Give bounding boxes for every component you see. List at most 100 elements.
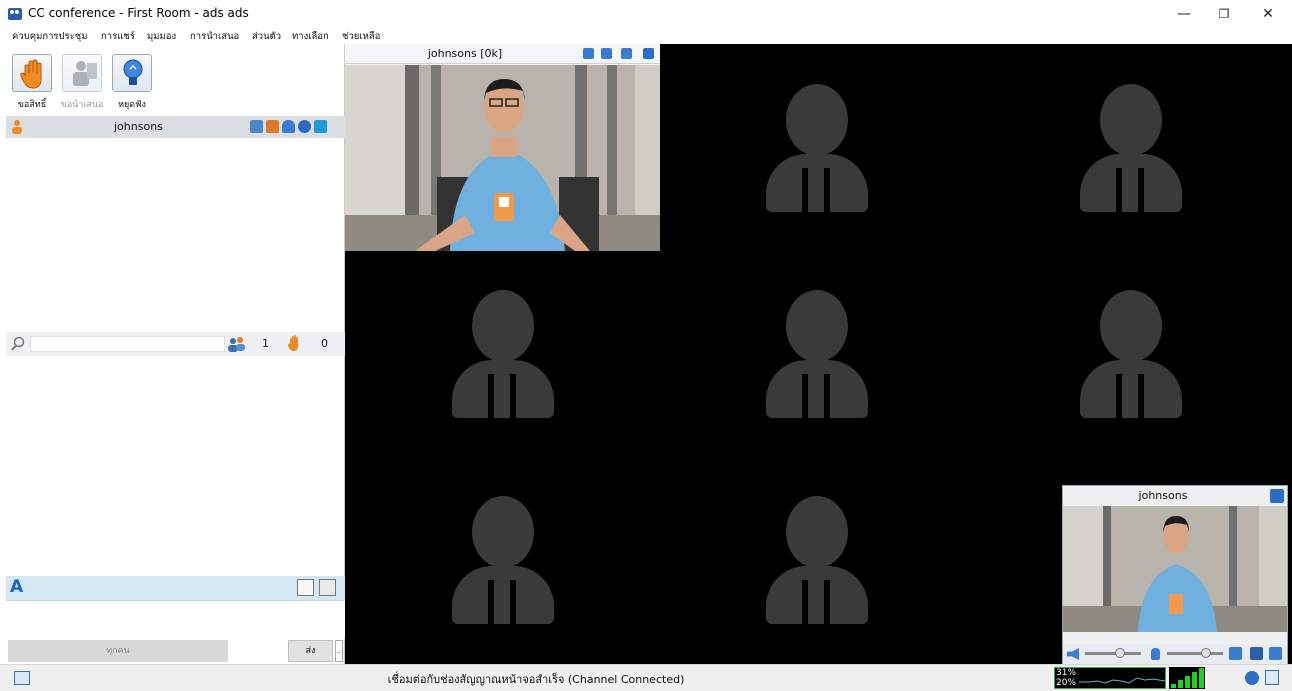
left-panel: ขอสิทธิ์ ขอนำเสนอ หยุดฟัง johnsons 1 0 A — [0, 44, 345, 664]
menu-bar: ควบคุมการประชุม การแชร์ มุมมอง การนำเสนอ… — [0, 28, 1292, 44]
stop-listen-label: หยุดฟัง — [118, 100, 146, 110]
search-icon[interactable] — [10, 336, 26, 352]
lightbulb-icon — [123, 59, 143, 85]
close-icon[interactable] — [1270, 489, 1284, 503]
avatar-placeholder-head — [786, 84, 848, 156]
raise-hand-label: ขอสิทธิ์ — [17, 100, 47, 110]
status-bar: เชื่อมต่อกับช่องสัญญาณหน้าจอสำเร็จ (Chan… — [0, 664, 1292, 691]
stop-listen-button[interactable] — [112, 54, 152, 92]
send-options-button[interactable]: . — [335, 640, 343, 662]
hand-icon — [20, 59, 42, 89]
main-video-header: johnsons [0k] — [345, 44, 660, 64]
avatar-placeholder-body — [766, 360, 868, 418]
signal-strength-meter — [1169, 667, 1205, 689]
signal-bar — [1178, 680, 1183, 688]
settings-icon[interactable] — [1229, 647, 1242, 660]
video-slot-empty — [661, 456, 973, 659]
avatar-placeholder-head — [472, 496, 534, 568]
signal-bar — [1199, 668, 1204, 688]
video-slot-empty — [975, 250, 1287, 453]
hand-count: 0 — [321, 337, 328, 350]
camera-icon[interactable] — [601, 48, 612, 59]
self-webcam-image — [1063, 506, 1287, 632]
screen-icon[interactable] — [250, 120, 263, 133]
signal-bar — [1192, 672, 1197, 688]
participant-search-row: 1 0 — [6, 332, 345, 356]
main-video-name: johnsons [0k] — [427, 47, 503, 60]
self-view-panel[interactable]: johnsons — [1062, 485, 1288, 665]
signal-bar — [1185, 676, 1190, 688]
pin-icon[interactable] — [621, 48, 632, 59]
video-slot-empty — [661, 44, 973, 247]
menu-meeting-control[interactable]: ควบคุมการประชุม — [12, 29, 87, 44]
save-icon[interactable] — [319, 579, 336, 596]
info-icon[interactable] — [1245, 671, 1259, 685]
main-video-panel[interactable]: johnsons [0k] — [345, 44, 660, 251]
participant-search-input[interactable] — [30, 336, 225, 352]
selected-user-header[interactable]: johnsons — [6, 116, 345, 138]
mic-volume-knob[interactable] — [1201, 648, 1211, 658]
send-bar: ทุกคน ส่ง . — [6, 640, 345, 664]
mic-volume-slider[interactable] — [1167, 648, 1223, 658]
mic-icon[interactable] — [1151, 648, 1160, 660]
menu-presentation[interactable]: การนำเสนอ — [190, 29, 239, 44]
users-icon — [228, 337, 245, 352]
font-icon[interactable]: A — [10, 577, 23, 597]
chat-message-input[interactable] — [6, 600, 345, 638]
avatar-placeholder-head — [786, 496, 848, 568]
avatar-placeholder-body — [1080, 154, 1182, 212]
menu-sharing[interactable]: การแชร์ — [101, 29, 135, 44]
avatar-placeholder-head — [1100, 290, 1162, 362]
speaker-volume-slider[interactable] — [1085, 648, 1141, 658]
windows-icon[interactable] — [314, 120, 327, 133]
camera-icon[interactable] — [1250, 647, 1263, 660]
menu-help[interactable]: ช่วยเหลือ — [342, 29, 380, 44]
user-hand-icon — [12, 120, 22, 134]
share-icon[interactable] — [266, 120, 279, 133]
webcam-image — [345, 65, 660, 251]
selected-user-name: johnsons — [114, 120, 163, 133]
recipient-select[interactable]: ทุกคน — [8, 640, 228, 662]
camera-settings-icon[interactable] — [1269, 647, 1282, 660]
window-title: CC conference - First Room - ads ads — [28, 6, 249, 20]
title-bar: CC conference - First Room - ads ads — ❐… — [0, 0, 1292, 28]
raised-hand-icon — [288, 335, 298, 351]
mic-icon[interactable] — [282, 120, 295, 133]
camera-icon[interactable] — [298, 120, 311, 133]
video-slot-empty — [975, 44, 1287, 247]
avatar-placeholder-head — [786, 290, 848, 362]
video-slot-empty — [347, 250, 659, 453]
avatar-placeholder-head — [472, 290, 534, 362]
signal-bar — [1171, 684, 1176, 688]
clear-chat-icon[interactable] — [297, 579, 314, 596]
send-button[interactable]: ส่ง — [288, 640, 333, 662]
raise-hand-button[interactable] — [12, 54, 52, 92]
close-window-button[interactable]: ✕ — [1248, 2, 1288, 26]
menu-personal[interactable]: ส่วนตัว — [252, 29, 281, 44]
cpu-line-chart — [1079, 677, 1165, 684]
menu-options[interactable]: ทางเลือก — [292, 29, 329, 44]
video-slot-empty — [661, 250, 973, 453]
mic-icon[interactable] — [583, 48, 594, 59]
presenter-icon — [73, 61, 97, 86]
user-profile-icon[interactable] — [1265, 670, 1279, 685]
app-icon — [8, 8, 22, 20]
speaker-volume-knob[interactable] — [1115, 648, 1125, 658]
restore-button[interactable]: ❐ — [1204, 2, 1244, 26]
self-view-controls — [1063, 644, 1287, 664]
avatar-placeholder-body — [1080, 360, 1182, 418]
cpu-top-label: 31% — [1056, 668, 1077, 678]
minimize-button[interactable]: — — [1164, 2, 1204, 26]
avatar-placeholder-body — [452, 566, 554, 624]
self-webcam-feed — [1063, 506, 1287, 632]
close-icon[interactable] — [643, 48, 654, 59]
speaker-icon[interactable] — [1067, 648, 1079, 660]
avatar-placeholder-body — [766, 566, 868, 624]
chat-toolbar: A — [6, 576, 345, 600]
cpu-bottom-label: 20% — [1056, 678, 1077, 688]
video-slot-empty — [347, 456, 659, 659]
avatar-placeholder-head — [1100, 84, 1162, 156]
menu-view[interactable]: มุมมอง — [147, 29, 176, 44]
connection-status: เชื่อมต่อกับช่องสัญญาณหน้าจอสำเร็จ (Chan… — [387, 673, 685, 686]
request-present-button[interactable] — [62, 54, 102, 92]
